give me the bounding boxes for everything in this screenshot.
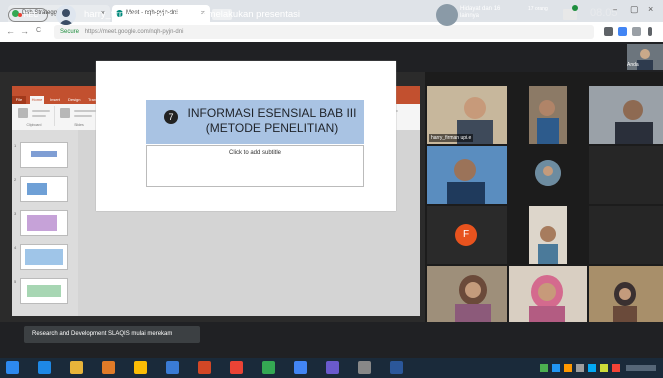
- ppt-tab-file[interactable]: File: [12, 96, 26, 104]
- app-icon[interactable]: [358, 361, 371, 374]
- thumb-content: [27, 183, 47, 195]
- app-icon[interactable]: [230, 361, 243, 374]
- slide-number: 5: [14, 279, 17, 284]
- ribbon-group-label: Clipboard: [26, 123, 42, 127]
- folder-icon[interactable]: [134, 361, 147, 374]
- slide-thumbnail[interactable]: 2: [14, 176, 68, 202]
- powerpoint-icon[interactable]: [198, 361, 211, 374]
- participant-tile[interactable]: [427, 266, 507, 322]
- slide-thumbnails: 1 2 3 4 5: [12, 130, 78, 316]
- participant-video: [529, 86, 567, 144]
- forward-button[interactable]: →: [20, 26, 29, 36]
- participant-tile[interactable]: [529, 206, 567, 264]
- maximize-button[interactable]: ▢: [630, 4, 639, 15]
- participant-video: [427, 266, 507, 322]
- slide-number: 4: [14, 245, 17, 250]
- chrome-icon[interactable]: [262, 361, 275, 374]
- presenting-banner: harry_firman upi.edu sedang melakukan pr…: [84, 9, 300, 20]
- participant-grid: harry_firman upi.e F: [425, 72, 663, 322]
- ppt-tab-home[interactable]: Home: [30, 96, 44, 104]
- self-label: Anda: [627, 62, 639, 68]
- thumb-content: [25, 249, 63, 265]
- chat-badge: [572, 5, 578, 11]
- word-icon[interactable]: [390, 361, 403, 374]
- system-tray[interactable]: [540, 362, 660, 374]
- participant-tile[interactable]: [589, 206, 663, 264]
- participant-tile-f[interactable]: F: [427, 206, 507, 264]
- url-text: https://meet.google.com/nqh-pyjn-dni: [84, 29, 184, 35]
- recording-badge: REC: [8, 8, 48, 22]
- ribbon-line: [32, 115, 46, 117]
- participant-tile[interactable]: [509, 266, 587, 322]
- app-icon[interactable]: [294, 361, 307, 374]
- ribbon-line: [32, 110, 50, 112]
- record-dot-icon: [17, 13, 22, 18]
- slide-number: 1: [14, 143, 17, 148]
- participant-video: [529, 206, 567, 264]
- caller-avatar: [436, 4, 458, 26]
- participant-video: [589, 266, 663, 322]
- start-button-icon[interactable]: [6, 361, 19, 374]
- current-slide[interactable]: 7 INFORMASI ESENSIAL BAB III (METODE PEN…: [96, 61, 396, 211]
- participant-name: harry_firman upi.e: [429, 134, 474, 142]
- reload-button[interactable]: C: [36, 27, 41, 34]
- browser-menu-icon[interactable]: [648, 27, 652, 36]
- participant-video: [589, 86, 663, 144]
- extension-icon[interactable]: [604, 27, 613, 36]
- slide-title-box[interactable]: 7 INFORMASI ESENSIAL BAB III (METODE PEN…: [146, 100, 364, 144]
- participants-count[interactable]: 17 orang: [528, 6, 548, 12]
- participant-tile[interactable]: [589, 86, 663, 144]
- back-button[interactable]: ←: [6, 26, 15, 36]
- new-slide-icon: [60, 108, 70, 118]
- caller-name: Hidayat dan 16 lainnya: [460, 6, 501, 19]
- address-bar-row: ← → C Secure https://meet.google.com/nqh…: [0, 22, 663, 43]
- ribbon-group-clipboard[interactable]: Clipboard: [14, 106, 55, 127]
- thumb-content: [27, 285, 61, 297]
- app-icon[interactable]: [102, 361, 115, 374]
- slide-title: INFORMASI ESENSIAL BAB III (METODE PENEL…: [187, 106, 357, 135]
- participant-initial-avatar: F: [455, 224, 477, 246]
- ribbon-line: [74, 110, 96, 112]
- paste-icon: [18, 108, 28, 118]
- rec-label: REC: [23, 12, 39, 19]
- person-icon: [59, 9, 73, 25]
- word-icon[interactable]: [166, 361, 179, 374]
- subtitle-placeholder-text: Click to add subtitle: [228, 150, 282, 156]
- participant-tile[interactable]: [589, 266, 663, 322]
- title-number-badge: 7: [164, 110, 178, 124]
- slide-thumbnail[interactable]: 4: [14, 244, 68, 270]
- tray-icons: [540, 364, 656, 372]
- participant-tile[interactable]: [427, 146, 507, 204]
- subtitle-placeholder[interactable]: Click to add subtitle: [146, 145, 364, 187]
- secure-label: Secure: [60, 29, 80, 35]
- slide-thumbnail[interactable]: 3: [14, 210, 68, 236]
- slide-number: 2: [14, 177, 17, 182]
- recording-notice: Research and Development SLAQIS mulai me…: [24, 326, 200, 343]
- ie-icon[interactable]: [38, 361, 51, 374]
- participant-avatar[interactable]: [535, 160, 561, 186]
- explorer-icon[interactable]: [70, 361, 83, 374]
- app-icon[interactable]: [326, 361, 339, 374]
- slide-thumbnail[interactable]: 5: [14, 278, 68, 304]
- profile-photo: [535, 160, 561, 186]
- window-close-button[interactable]: ×: [648, 4, 653, 14]
- participant-video: [427, 146, 507, 204]
- clock: 08.05: [590, 7, 618, 19]
- thumb-content: [31, 151, 57, 157]
- participant-tile-presenter[interactable]: harry_firman upi.e: [427, 86, 507, 144]
- windows-taskbar: [0, 358, 663, 378]
- slide-number: 3: [14, 211, 17, 216]
- ribbon-line: [74, 115, 92, 117]
- presenter-avatar: [56, 5, 76, 25]
- participant-video: [509, 266, 587, 322]
- extension-icon[interactable]: [632, 27, 641, 36]
- url-input[interactable]: Secure https://meet.google.com/nqh-pyjn-…: [54, 25, 594, 39]
- participant-tile[interactable]: [589, 146, 663, 204]
- thumb-content: [27, 215, 57, 231]
- ppt-tab-design[interactable]: Design: [68, 97, 80, 102]
- extension-icon[interactable]: [618, 27, 627, 36]
- ppt-tab-insert[interactable]: Insert: [50, 97, 60, 102]
- participant-tile[interactable]: [529, 86, 567, 144]
- slide-thumbnail[interactable]: 1: [14, 142, 68, 168]
